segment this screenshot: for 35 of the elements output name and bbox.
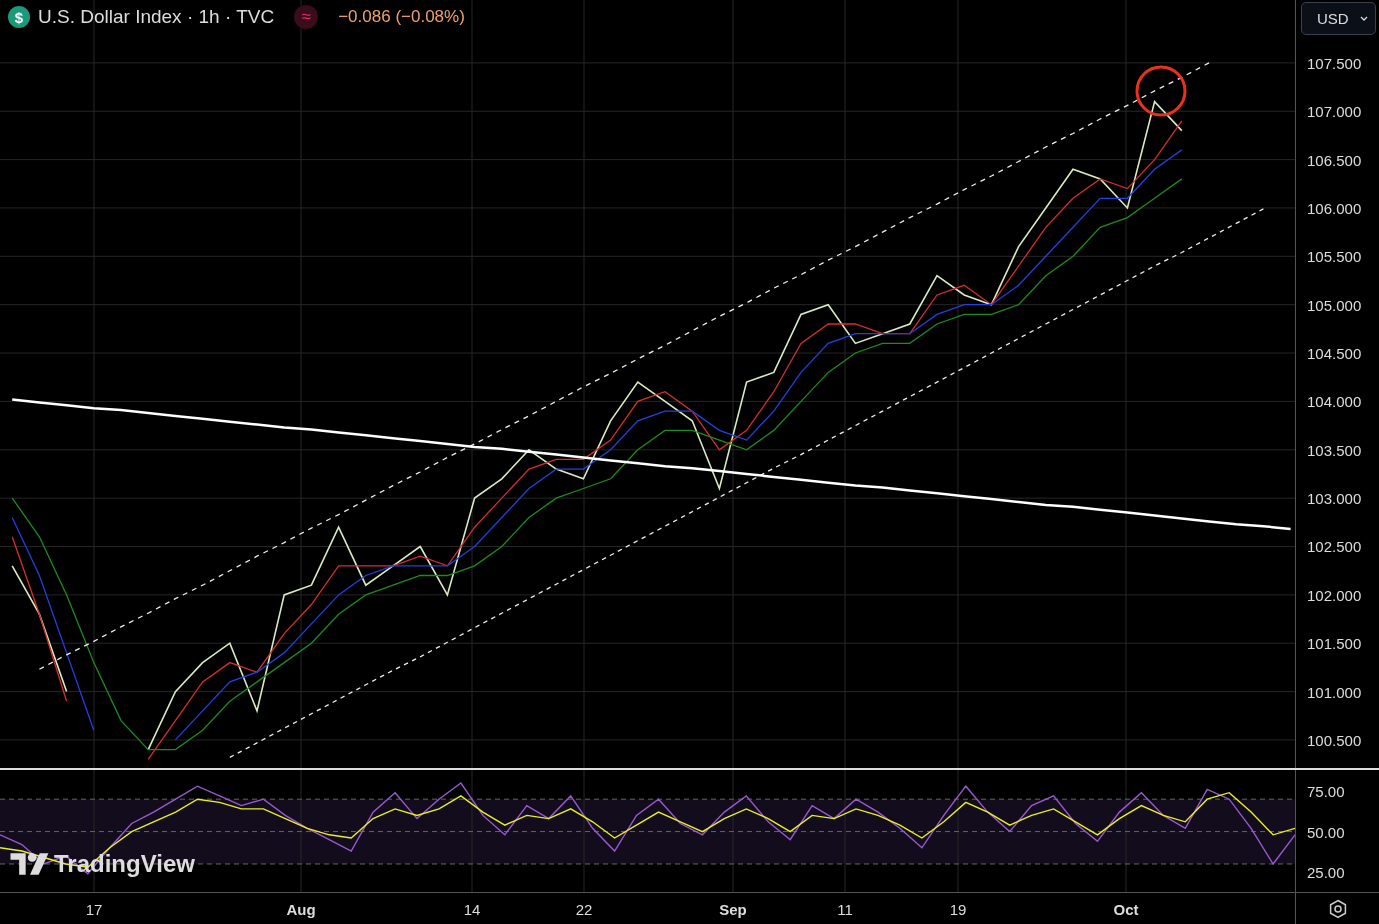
price-change: −0.086 (−0.08%) xyxy=(338,7,465,27)
price-axis-label: 106.000 xyxy=(1307,199,1362,217)
price-axis-label: 104.000 xyxy=(1307,392,1362,410)
price-axis-label: 107.000 xyxy=(1307,102,1362,120)
price-axis-label: 101.500 xyxy=(1307,634,1362,652)
time-axis-label: 17 xyxy=(85,901,103,918)
price-axis-label: 104.500 xyxy=(1307,344,1362,362)
price-axis-label: 107.500 xyxy=(1307,54,1362,72)
price-axis-label: 103.500 xyxy=(1307,441,1362,459)
price-axis-label: 106.500 xyxy=(1307,151,1362,169)
time-axis-label: 19 xyxy=(949,901,967,918)
time-axis-label: 14 xyxy=(463,901,481,918)
price-axis-label: 105.500 xyxy=(1307,247,1362,265)
time-axis-label: Aug xyxy=(286,901,316,918)
time-axis-label: Sep xyxy=(719,901,747,918)
time-axis-label: 11 xyxy=(837,901,853,918)
price-axis-label: 105.000 xyxy=(1307,296,1362,314)
time-axis-label: Oct xyxy=(1113,901,1139,918)
price-axis-label: 102.000 xyxy=(1307,586,1362,604)
currency-dropdown[interactable]: USD xyxy=(1301,2,1376,35)
rsi-axis-label: 50.00 xyxy=(1307,823,1345,841)
rsi-axis-label: 25.00 xyxy=(1307,863,1345,881)
time-axis-label: 22 xyxy=(575,901,593,918)
symbol-icon: $ xyxy=(8,6,30,28)
price-axis-label: 103.000 xyxy=(1307,489,1362,507)
symbol-title: U.S. Dollar Index · 1h · TVC xyxy=(38,6,275,28)
indicator-icon[interactable]: ≈ xyxy=(294,5,319,29)
price-axis-label: 102.500 xyxy=(1307,538,1362,555)
price-axis-label: 100.500 xyxy=(1307,731,1362,749)
highlight-circle xyxy=(1135,65,1187,117)
logo-icon xyxy=(10,851,50,877)
rsi-axis-label: 75.00 xyxy=(1307,782,1345,800)
chevron-icon xyxy=(1360,16,1368,21)
price-axis-label: 101.000 xyxy=(1307,683,1362,701)
settings-icon[interactable] xyxy=(1327,898,1348,919)
